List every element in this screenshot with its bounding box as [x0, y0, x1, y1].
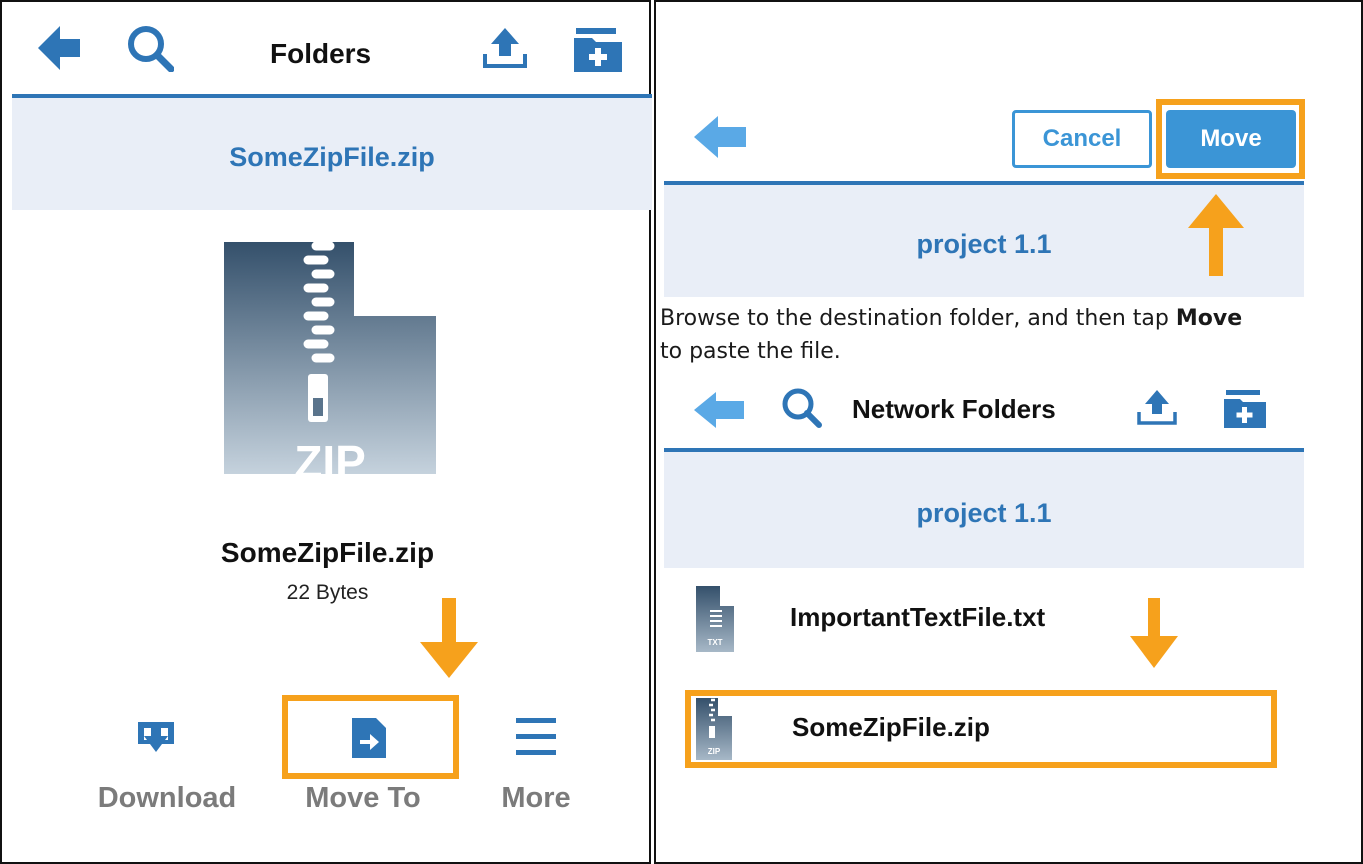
arrow-up-icon — [1188, 194, 1244, 276]
new-folder-icon[interactable] — [1224, 390, 1266, 428]
file-size: 22 Bytes — [286, 581, 369, 604]
back-arrow-icon[interactable] — [694, 116, 746, 158]
instruction-text-part: to paste the file. — [660, 339, 841, 364]
search-icon[interactable] — [126, 24, 175, 73]
cancel-button[interactable]: Cancel — [1012, 110, 1152, 168]
hamburger-menu-icon — [516, 718, 556, 756]
move-destination-panel: Cancel Move project 1.1 Browse to the de… — [654, 0, 1363, 864]
more-action[interactable]: More — [484, 706, 614, 826]
upload-icon[interactable] — [1136, 390, 1178, 426]
move-button-highlight — [1156, 99, 1305, 179]
zip-file-icon: ZIP — [224, 241, 436, 488]
file-type-label: TXT — [707, 638, 723, 647]
back-arrow-icon[interactable] — [38, 26, 80, 70]
arrow-down-icon — [420, 598, 478, 678]
instruction-emphasis: Move — [1175, 306, 1243, 331]
header-title: Network Folders — [852, 394, 1056, 424]
search-icon[interactable] — [780, 386, 822, 428]
banner-title: project 1.1 — [916, 498, 1052, 528]
header-title: Folders — [270, 38, 372, 69]
folder-file-detail-panel: Folders SomeZipFile.zip ZIP SomeZipFile.… — [0, 0, 652, 864]
download-icon — [138, 722, 174, 752]
instruction-text: Browse to the destination folder, and th… — [660, 302, 1260, 368]
file-name-banner: SomeZipFile.zip — [12, 98, 652, 210]
move-to-label: Move To — [305, 782, 421, 814]
arrow-down-icon — [1130, 598, 1178, 668]
file-name: ImportantTextFile.txt — [790, 602, 1046, 632]
zip-icon-label: ZIP — [294, 436, 366, 488]
new-folder-icon[interactable] — [574, 28, 622, 72]
download-label: Download — [97, 782, 237, 814]
zip-file-icon: ZIP — [696, 698, 732, 760]
file-name: SomeZipFile.zip — [220, 537, 435, 568]
upload-icon[interactable] — [482, 28, 528, 70]
file-name: SomeZipFile.zip — [792, 712, 990, 742]
move-to-icon — [352, 718, 386, 758]
file-type-label: ZIP — [707, 747, 721, 756]
text-file-icon: TXT — [696, 586, 734, 652]
file-row-selected[interactable]: ZIP SomeZipFile.zip — [692, 696, 1272, 762]
move-to-action[interactable]: Move To — [284, 702, 454, 822]
more-label: More — [501, 782, 571, 814]
instruction-text-part: Browse to the destination folder, and th… — [660, 306, 1176, 331]
back-arrow-icon[interactable] — [694, 392, 744, 428]
banner-title: SomeZipFile.zip — [229, 142, 435, 172]
file-row[interactable]: TXT ImportantTextFile.txt — [692, 586, 1302, 656]
download-action[interactable]: Download — [82, 706, 252, 826]
folder-banner: project 1.1 — [664, 452, 1304, 568]
